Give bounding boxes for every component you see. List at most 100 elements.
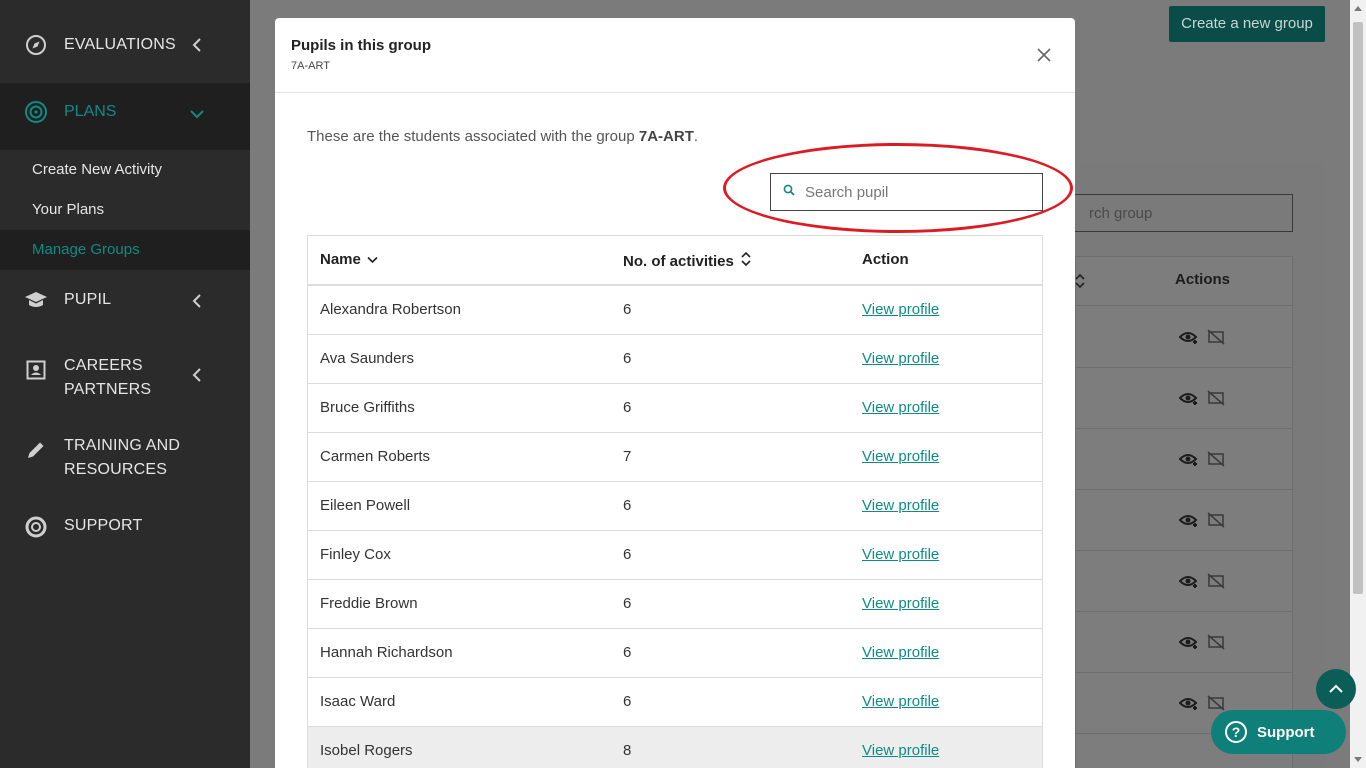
close-icon[interactable] — [1037, 48, 1053, 64]
background-table-header: Actions — [1075, 256, 1293, 306]
column-activities[interactable]: No. of activities — [623, 251, 751, 271]
view-add-icon[interactable] — [1178, 390, 1199, 411]
view-profile-link[interactable]: View profile — [862, 742, 939, 759]
table-row: Finley Cox 6 View profile — [308, 531, 1042, 580]
table-row — [1075, 307, 1293, 368]
chevron-left-icon — [190, 294, 204, 308]
table-row: Hannah Richardson 6 View profile — [308, 629, 1042, 678]
create-group-button[interactable]: Create a new group — [1169, 6, 1325, 42]
table-row: Carmen Roberts 7 View profile — [308, 433, 1042, 482]
pupil-name: Freddie Brown — [320, 595, 418, 612]
view-profile-link[interactable]: View profile — [862, 644, 939, 661]
scroll-down-arrow-icon[interactable] — [1354, 757, 1362, 762]
table-row: Ava Saunders 6 View profile — [308, 335, 1042, 384]
column-action-label: Action — [862, 251, 909, 268]
table-row: Alexandra Robertson 6 View profile — [308, 286, 1042, 335]
scroll-to-top-button[interactable] — [1316, 669, 1356, 709]
table-row — [1075, 551, 1293, 612]
background-search-input[interactable]: rch group — [1060, 194, 1293, 232]
view-profile-link[interactable]: View profile — [862, 301, 939, 318]
scrollbar-thumb[interactable] — [1353, 22, 1363, 594]
nav-careers-label-2: PARTNERS — [64, 381, 152, 398]
view-add-icon[interactable] — [1178, 451, 1199, 472]
chevron-left-icon — [190, 368, 204, 382]
intro-group-name: 7A-ART — [638, 128, 694, 145]
table-row — [1075, 429, 1293, 490]
view-add-icon[interactable] — [1178, 634, 1199, 655]
chevron-down-icon — [190, 106, 204, 124]
hide-icon[interactable] — [1207, 451, 1225, 472]
lifebuoy-icon — [24, 515, 48, 539]
column-name-label: Name — [320, 251, 361, 268]
search-pupil-input[interactable]: Search pupil — [770, 173, 1043, 211]
sort-icon[interactable] — [1075, 273, 1085, 292]
nav-support-label: SUPPORT — [64, 517, 143, 534]
hide-icon[interactable] — [1207, 573, 1225, 594]
table-row: Bruce Griffiths 6 View profile — [308, 384, 1042, 433]
pupil-name: Isaac Ward — [320, 693, 396, 710]
activity-count: 6 — [623, 497, 632, 514]
target-icon — [24, 100, 48, 129]
intro-text-end: . — [693, 128, 699, 145]
column-action: Action — [862, 251, 909, 268]
activity-count: 6 — [623, 644, 632, 661]
view-profile-link[interactable]: View profile — [862, 497, 939, 514]
view-add-icon[interactable] — [1178, 573, 1199, 594]
search-placeholder: Search pupil — [805, 183, 889, 201]
view-profile-link[interactable]: View profile — [862, 546, 939, 563]
view-profile-link[interactable]: View profile — [862, 350, 939, 367]
table-row — [1075, 368, 1293, 429]
page-scrollbar[interactable] — [1350, 0, 1366, 768]
chevron-down-icon — [367, 251, 378, 268]
activity-count: 7 — [623, 448, 632, 465]
view-profile-link[interactable]: View profile — [862, 448, 939, 465]
activity-count: 6 — [623, 301, 632, 318]
view-profile-link[interactable]: View profile — [862, 693, 939, 710]
modal-title: Pupils in this group — [291, 37, 431, 54]
chevron-left-icon — [190, 38, 204, 52]
nav-careers-label-1: CAREERS — [64, 357, 143, 374]
sub-item-your-plans[interactable]: Your Plans — [0, 190, 250, 230]
pupil-name: Isobel Rogers — [320, 742, 413, 759]
activity-count: 6 — [623, 546, 632, 563]
table-row — [1075, 490, 1293, 551]
pupil-name: Eileen Powell — [320, 497, 411, 514]
sub-item-manage-groups[interactable]: Manage Groups — [0, 230, 250, 270]
sub-item-create-activity[interactable]: Create New Activity — [0, 150, 250, 190]
support-button[interactable]: ? Support — [1211, 710, 1346, 754]
intro-text: These are the students associated with t… — [307, 128, 698, 145]
table-row — [1075, 612, 1293, 673]
view-add-icon[interactable] — [1178, 329, 1199, 350]
sort-icon — [741, 251, 751, 271]
contact-card-icon — [24, 358, 48, 382]
hide-icon[interactable] — [1207, 390, 1225, 411]
nav-plans-label: PLANS — [64, 103, 117, 120]
compass-icon — [24, 33, 48, 57]
pupils-modal: Pupils in this group 7A-ART These are th… — [275, 18, 1075, 768]
nav-plans[interactable]: PLANS — [0, 83, 250, 150]
search-icon — [783, 183, 795, 201]
sidebar: EVALUATIONS PLANS Create New Activity Yo… — [0, 0, 250, 768]
help-icon: ? — [1225, 721, 1247, 743]
graduation-cap-icon — [24, 288, 48, 312]
hide-icon[interactable] — [1207, 634, 1225, 655]
chevron-up-icon — [1329, 684, 1343, 693]
view-add-icon[interactable] — [1178, 512, 1199, 533]
pupil-name: Finley Cox — [320, 546, 391, 563]
hide-icon[interactable] — [1207, 329, 1225, 350]
activity-count: 6 — [623, 595, 632, 612]
column-activities-label: No. of activities — [623, 252, 734, 270]
view-profile-link[interactable]: View profile — [862, 399, 939, 416]
table-row: Isobel Rogers 8 View profile — [308, 727, 1042, 768]
pupil-name: Bruce Griffiths — [320, 399, 415, 416]
scroll-up-arrow-icon[interactable] — [1354, 6, 1362, 11]
nav-training-label-1: TRAINING AND — [64, 437, 181, 454]
pupil-name: Hannah Richardson — [320, 644, 453, 661]
view-add-icon[interactable] — [1178, 695, 1199, 716]
hide-icon[interactable] — [1207, 512, 1225, 533]
actions-header: Actions — [1175, 271, 1231, 288]
view-profile-link[interactable]: View profile — [862, 595, 939, 612]
column-name[interactable]: Name — [320, 251, 378, 268]
pupil-name: Carmen Roberts — [320, 448, 431, 465]
nav-pupil-label: PUPIL — [64, 291, 112, 308]
